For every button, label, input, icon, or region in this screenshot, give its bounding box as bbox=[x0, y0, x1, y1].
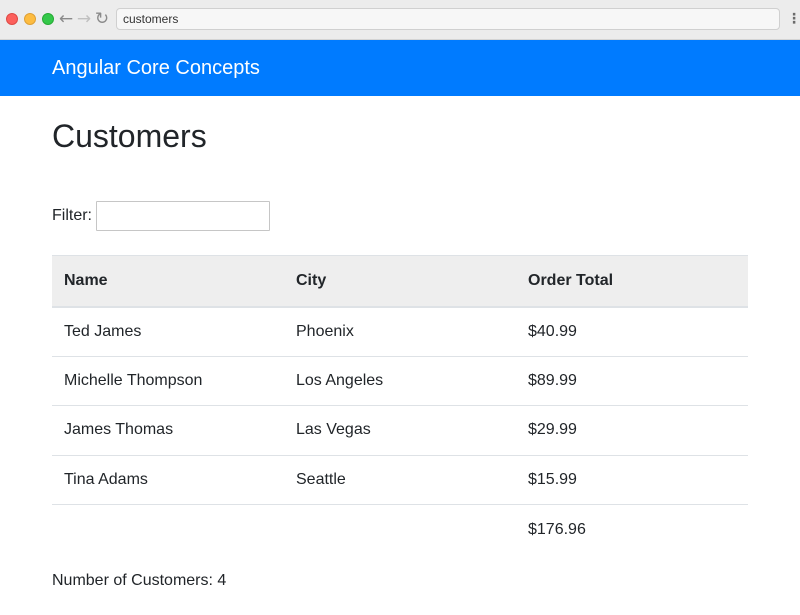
customer-city: Los Angeles bbox=[284, 356, 516, 406]
filter-row: Filter: bbox=[52, 201, 270, 231]
header-city[interactable]: City bbox=[284, 255, 516, 308]
menu-dots-icon[interactable]: ⋮ bbox=[787, 9, 800, 29]
orders-total: $176.96 bbox=[528, 520, 586, 538]
header-name[interactable]: Name bbox=[52, 255, 284, 308]
filter-label: Filter: bbox=[52, 207, 92, 224]
customer-city: Las Vegas bbox=[284, 405, 516, 456]
header-order-total[interactable]: Order Total bbox=[516, 255, 748, 308]
table-row: James Thomas Las Vegas $29.99 bbox=[52, 405, 748, 456]
page-title: Customers bbox=[52, 118, 207, 154]
app-navbar: Angular Core Concepts bbox=[0, 40, 800, 96]
customer-city: Phoenix bbox=[284, 306, 516, 357]
customers-table: Name City Order Total Ted James Phoenix … bbox=[52, 255, 748, 554]
customer-city: Seattle bbox=[284, 455, 516, 505]
filter-input[interactable] bbox=[96, 201, 270, 231]
browser-toolbar: ← → ↻ customers ⋮ bbox=[0, 0, 800, 40]
minimize-window-button[interactable] bbox=[24, 13, 36, 25]
back-arrow-icon[interactable]: ← bbox=[58, 9, 74, 29]
table-row: Michelle Thompson Los Angeles $89.99 bbox=[52, 356, 748, 406]
table-row: Ted James Phoenix $40.99 bbox=[52, 306, 748, 357]
table-row: Tina Adams Seattle $15.99 bbox=[52, 455, 748, 505]
customer-count: Number of Customers: 4 bbox=[52, 572, 227, 589]
reload-icon[interactable]: ↻ bbox=[94, 9, 110, 29]
brand-link[interactable]: Angular Core Concepts bbox=[52, 40, 260, 96]
close-window-button[interactable] bbox=[6, 13, 18, 25]
maximize-window-button[interactable] bbox=[42, 13, 54, 25]
forward-arrow-icon[interactable]: → bbox=[76, 9, 92, 29]
customer-order-total: $40.99 bbox=[516, 306, 748, 357]
customer-name: Ted James bbox=[52, 306, 284, 357]
table-total-row: $176.96 bbox=[52, 505, 748, 555]
customer-order-total: $15.99 bbox=[516, 455, 748, 505]
customer-order-total: $89.99 bbox=[516, 356, 748, 406]
address-bar[interactable]: customers bbox=[116, 8, 780, 30]
empty-cell bbox=[52, 505, 284, 555]
empty-cell bbox=[284, 505, 516, 555]
customer-name: Tina Adams bbox=[52, 455, 284, 505]
customer-order-total: $29.99 bbox=[516, 405, 748, 456]
customer-name: Michelle Thompson bbox=[52, 356, 284, 406]
table-header-row: Name City Order Total bbox=[52, 255, 748, 308]
customer-name: James Thomas bbox=[52, 405, 284, 456]
